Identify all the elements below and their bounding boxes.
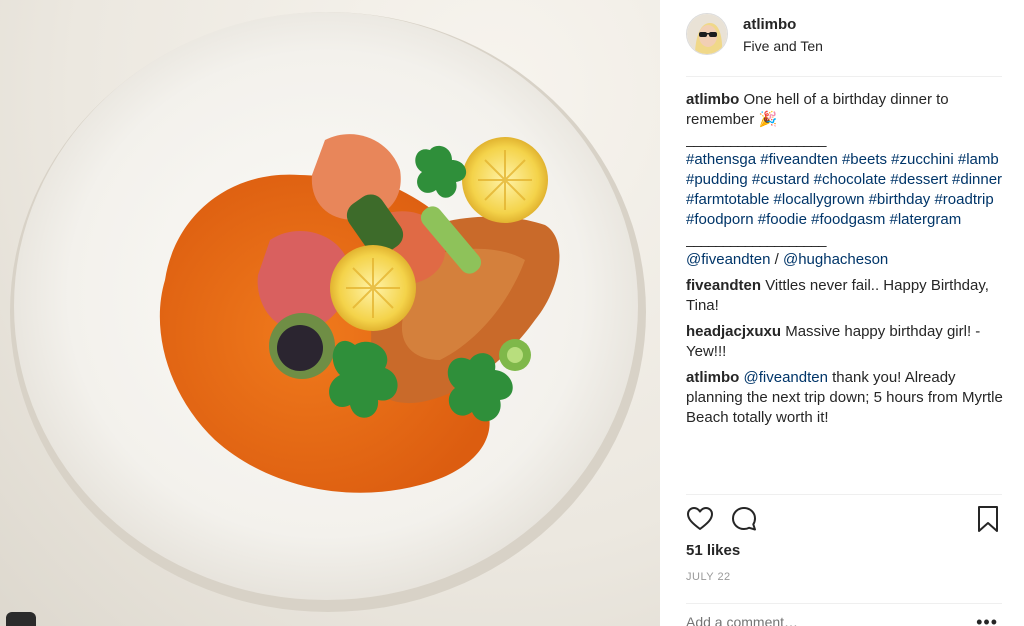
caption-hashtags[interactable]: #athensga #fiveandten #beets #zucchini #… [686,151,1002,228]
save-button[interactable] [974,505,1002,533]
comment-username[interactable]: fiveandten [686,277,761,294]
like-button[interactable] [686,505,714,533]
instagram-post: atlimbo Five and Ten atlimbo One hell of… [0,0,1024,626]
comment-item: fiveandten Vittles never fail.. Happy Bi… [686,276,1008,316]
add-comment-bar: ••• [686,603,1002,626]
post-photo[interactable] [0,0,660,626]
post-date[interactable]: JULY 22 [686,571,731,583]
mention-hughacheson[interactable]: @hughacheson [783,251,888,268]
post-username[interactable]: atlimbo [743,16,796,33]
comment-button[interactable] [730,505,758,533]
post-actions: 51 likes JULY 22 ••• [686,494,1002,626]
avatar[interactable] [686,13,728,55]
mention-fiveandten[interactable]: @fiveandten [686,251,770,268]
comments-list: atlimbo One hell of a birthday dinner to… [686,90,1008,434]
caption-divider-2: ___________________ [686,231,827,248]
comment-username[interactable]: headjacjxuxu [686,323,781,340]
comment-item: atlimbo @fiveandten thank you! Already p… [686,368,1008,428]
comment-mention[interactable]: @fiveandten [744,369,828,386]
comment-username[interactable]: atlimbo [686,369,739,386]
camera-icon[interactable] [6,612,36,626]
comment-bubble-icon [732,507,756,531]
heart-icon [687,507,713,530]
mention-separator: / [774,251,779,268]
comment-item: headjacjxuxu Massive happy birthday girl… [686,322,1008,362]
avatar-image [687,14,727,54]
more-options-icon[interactable]: ••• [976,612,998,626]
party-emoji-icon: 🎉 [758,111,778,128]
bookmark-icon [978,506,998,532]
caption: atlimbo One hell of a birthday dinner to… [686,90,1008,270]
food-plate-illustration [10,12,646,612]
caption-username[interactable]: atlimbo [686,91,739,108]
likes-count[interactable]: 51 likes [686,542,740,559]
post-header: atlimbo Five and Ten [686,0,1002,77]
add-comment-input[interactable] [686,614,946,626]
caption-divider: ___________________ [686,131,827,148]
post-sidebar: atlimbo Five and Ten atlimbo One hell of… [660,0,1024,626]
post-location[interactable]: Five and Ten [743,38,823,54]
